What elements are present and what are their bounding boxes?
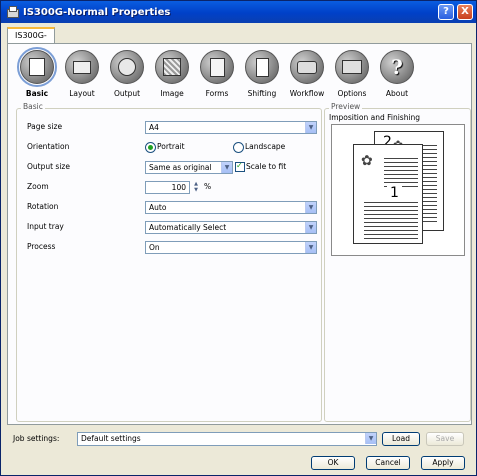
page-size-label: Page size <box>27 122 63 131</box>
orientation-row: Orientation Portrait Landscape <box>27 141 317 153</box>
ok-button[interactable]: OK <box>311 456 355 470</box>
toolbar-label: Layout <box>69 89 95 98</box>
basic-group: Basic Page size A4 ▼ Orientation Portrait… <box>16 102 322 422</box>
input-tray-label: Input tray <box>27 222 64 231</box>
toolbar-label: Forms <box>205 89 229 98</box>
chevron-down-icon: ▼ <box>305 222 316 233</box>
job-settings-label: Job settings: <box>13 434 60 443</box>
preview-image: ✿ 2 ✿ 1 <box>331 124 465 256</box>
properties-dialog: IS300G-Normal Properties ? X IS300G-Norm… <box>0 0 477 476</box>
flower-icon: ✿ <box>361 153 373 169</box>
scale-to-fit-checkbox[interactable]: Scale to fit <box>235 160 286 173</box>
printer-icon <box>6 6 19 18</box>
basic-group-label: Basic <box>21 102 45 111</box>
preview-page-1: ✿ 1 <box>353 144 423 244</box>
toolbar-item-image[interactable]: Image <box>151 50 193 104</box>
input-tray-select[interactable]: Automatically Select ▼ <box>145 221 317 234</box>
toolbar-item-basic[interactable]: Basic <box>16 47 58 104</box>
options-icon <box>335 50 369 84</box>
zoom-row: Zoom 100 ▲ ▼ % <box>27 181 317 194</box>
image-icon <box>155 50 189 84</box>
zoom-label: Zoom <box>27 182 49 191</box>
chevron-down-icon: ▼ <box>305 202 316 213</box>
toolbar-label: Options <box>337 89 367 98</box>
toolbar-label: Image <box>160 89 184 98</box>
workflow-icon <box>290 50 324 84</box>
portrait-radio[interactable]: Portrait <box>145 141 185 153</box>
chevron-down-icon: ▼ <box>305 242 316 253</box>
forms-icon <box>200 50 234 84</box>
preview-title: Imposition and Finishing <box>329 113 421 122</box>
process-label: Process <box>27 242 56 251</box>
zoom-input[interactable]: 100 <box>145 181 190 194</box>
toolbar-label: Workflow <box>289 89 325 98</box>
toolbar-item-options[interactable]: Options <box>331 50 373 104</box>
output-size-select[interactable]: Same as original ▼ <box>145 161 233 174</box>
load-button[interactable]: Load <box>382 432 420 446</box>
page-number-1: 1 <box>387 185 402 201</box>
basic-icon <box>17 47 57 87</box>
toolbar-label: Output <box>113 89 141 98</box>
page-size-row: Page size A4 ▼ <box>27 121 317 134</box>
zoom-stepper[interactable]: ▲ ▼ <box>191 181 201 194</box>
category-toolbar: Basic Layout Output Image Forms Shifting <box>16 47 418 104</box>
toolbar-label: Basic <box>25 89 49 98</box>
output-size-label: Output size <box>27 162 70 171</box>
toolbar-label: About <box>385 89 409 98</box>
process-select[interactable]: On ▼ <box>145 241 317 254</box>
layout-icon <box>65 50 99 84</box>
output-size-row: Output size Same as original ▼ Scale to f… <box>27 160 317 174</box>
toolbar-item-output[interactable]: Output <box>106 50 148 104</box>
toolbar-item-shifting[interactable]: Shifting <box>241 50 283 104</box>
title-bar[interactable]: IS300G-Normal Properties ? X <box>1 1 476 23</box>
rotation-select[interactable]: Auto ▼ <box>145 201 317 214</box>
help-button[interactable]: ? <box>438 4 454 20</box>
chevron-down-icon: ▼ <box>305 122 316 133</box>
chevron-down-icon: ▼ <box>365 433 376 444</box>
toolbar-item-workflow[interactable]: Workflow <box>286 50 328 104</box>
close-button[interactable]: X <box>457 4 473 20</box>
output-icon <box>110 50 144 84</box>
shifting-icon <box>245 50 279 84</box>
preview-group-label: Preview <box>329 102 363 111</box>
zoom-unit: % <box>204 182 212 191</box>
toolbar-item-forms[interactable]: Forms <box>196 50 238 104</box>
job-settings-row: Job settings: Default settings ▼ Load Sav… <box>13 432 473 446</box>
rotation-label: Rotation <box>27 202 59 211</box>
toolbar-label: Shifting <box>247 89 277 98</box>
tab-is300g-normal[interactable]: IS300G-Normal <box>7 27 55 54</box>
landscape-radio[interactable]: Landscape <box>233 141 285 153</box>
rotation-row: Rotation Auto ▼ <box>27 201 317 214</box>
preview-group: Preview Imposition and Finishing ✿ 2 ✿ 1 <box>324 102 471 422</box>
chevron-down-icon: ▼ <box>221 162 232 173</box>
toolbar-item-about[interactable]: ? About <box>376 50 418 104</box>
save-button[interactable]: Save <box>426 432 464 446</box>
window-title: IS300G-Normal Properties <box>23 6 171 18</box>
cancel-button[interactable]: Cancel <box>366 456 410 470</box>
process-row: Process On ▼ <box>27 241 317 254</box>
tab-page: Basic Layout Output Image Forms Shifting <box>7 43 472 425</box>
about-icon: ? <box>380 50 414 84</box>
job-settings-select[interactable]: Default settings ▼ <box>77 432 377 446</box>
input-tray-row: Input tray Automatically Select ▼ <box>27 221 317 234</box>
page-size-select[interactable]: A4 ▼ <box>145 121 317 134</box>
apply-button[interactable]: Apply <box>421 456 465 470</box>
orientation-label: Orientation <box>27 142 70 151</box>
toolbar-item-layout[interactable]: Layout <box>61 50 103 104</box>
